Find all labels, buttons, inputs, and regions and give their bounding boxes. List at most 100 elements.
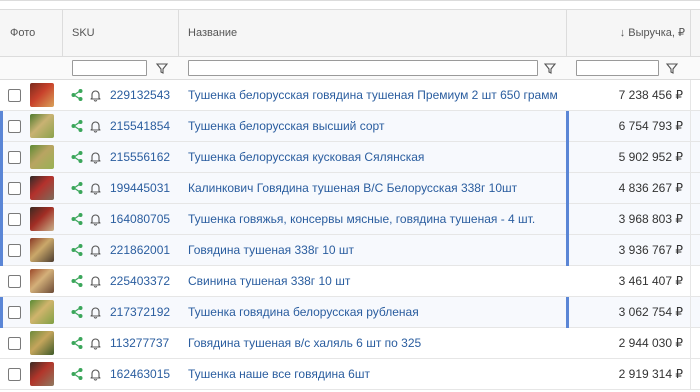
product-name-link[interactable]: Свинина тушеная 338г 10 шт bbox=[188, 266, 564, 297]
table-row[interactable]: 215541854 Тушенка белорусская высший сорт… bbox=[0, 111, 700, 142]
product-name-link[interactable]: Тушенка белорусская кусковая Сялянская bbox=[188, 142, 564, 173]
revenue-value: 7 238 456 ₽ bbox=[618, 88, 683, 102]
bell-icon[interactable] bbox=[89, 181, 102, 195]
sku-link[interactable]: 215541854 bbox=[110, 111, 170, 142]
column-header-photo[interactable]: Фото bbox=[10, 10, 35, 57]
row-checkbox[interactable] bbox=[8, 306, 21, 319]
filter-icon[interactable] bbox=[543, 60, 557, 76]
bell-icon[interactable] bbox=[89, 88, 102, 102]
name-filter-input[interactable] bbox=[188, 60, 538, 76]
revenue-value: 5 902 952 ₽ bbox=[618, 150, 683, 164]
bell-icon[interactable] bbox=[89, 305, 102, 319]
share-icon[interactable] bbox=[70, 212, 84, 226]
table-row[interactable]: 215556162 Тушенка белорусская кусковая Ся… bbox=[0, 142, 700, 173]
bell-icon[interactable] bbox=[89, 274, 102, 288]
row-highlight-marker bbox=[0, 204, 3, 235]
product-thumbnail[interactable] bbox=[30, 114, 54, 138]
table-row[interactable]: 113277737 Говядина тушеная в/с халяль 6 ш… bbox=[0, 328, 700, 359]
share-icon[interactable] bbox=[70, 274, 84, 288]
product-name-link[interactable]: Тушенка говяжья, консервы мясные, говяди… bbox=[188, 204, 564, 235]
row-checkbox[interactable] bbox=[8, 337, 21, 350]
bell-icon[interactable] bbox=[89, 150, 102, 164]
sku-link[interactable]: 162463015 bbox=[110, 359, 170, 390]
row-checkbox[interactable] bbox=[8, 182, 21, 195]
table-row[interactable]: 217372192 Тушенка говядина белорусская ру… bbox=[0, 297, 700, 328]
sku-link[interactable]: 217372192 bbox=[110, 297, 170, 328]
column-divider bbox=[690, 359, 691, 390]
filter-icon[interactable] bbox=[155, 60, 169, 76]
sku-filter-input[interactable] bbox=[72, 60, 147, 76]
share-icon[interactable] bbox=[70, 119, 84, 133]
column-divider bbox=[690, 266, 691, 297]
row-highlight-marker bbox=[0, 111, 3, 142]
row-checkbox[interactable] bbox=[8, 89, 21, 102]
table-row[interactable]: 225403372 Свинина тушеная 338г 10 шт 3 461… bbox=[0, 266, 700, 297]
revenue-value: 3 062 754 ₽ bbox=[618, 305, 683, 319]
table-row[interactable]: 221862001 Говядина тушеная 338г 10 шт 3 93… bbox=[0, 235, 700, 266]
row-checkbox[interactable] bbox=[8, 120, 21, 133]
product-thumbnail[interactable] bbox=[30, 362, 54, 386]
sku-link[interactable]: 113277737 bbox=[110, 328, 169, 359]
column-header-revenue[interactable]: ↓ Выручка, ₽ bbox=[600, 10, 685, 57]
table-header: Фото SKU Название ↓ Выручка, ₽ bbox=[0, 9, 700, 57]
product-name-link[interactable]: Тушенка наше все говядина 6шт bbox=[188, 359, 564, 390]
row-checkbox[interactable] bbox=[8, 275, 21, 288]
revenue-value: 6 754 793 ₽ bbox=[618, 119, 683, 133]
product-name-link[interactable]: Калинкович Говядина тушеная В/С Белорусс… bbox=[188, 173, 564, 204]
product-thumbnail[interactable] bbox=[30, 176, 54, 200]
share-icon[interactable] bbox=[70, 243, 84, 257]
revenue-value: 3 968 803 ₽ bbox=[618, 212, 683, 226]
sku-link[interactable]: 225403372 bbox=[110, 266, 170, 297]
table-row[interactable]: 164080705 Тушенка говяжья, консервы мясны… bbox=[0, 204, 700, 235]
product-thumbnail[interactable] bbox=[30, 83, 54, 107]
product-thumbnail[interactable] bbox=[30, 331, 54, 355]
revenue-value: 3 936 767 ₽ bbox=[618, 243, 683, 257]
row-highlight-marker bbox=[0, 173, 3, 204]
sku-link[interactable]: 199445031 bbox=[110, 173, 170, 204]
row-highlight-marker bbox=[0, 297, 3, 328]
product-thumbnail[interactable] bbox=[30, 238, 54, 262]
product-name-link[interactable]: Говядина тушеная в/с халяль 6 шт по 325 bbox=[188, 328, 564, 359]
product-thumbnail[interactable] bbox=[30, 207, 54, 231]
revenue-filter-input[interactable] bbox=[576, 60, 659, 76]
share-icon[interactable] bbox=[70, 336, 84, 350]
sku-link[interactable]: 164080705 bbox=[110, 204, 170, 235]
bell-icon[interactable] bbox=[89, 119, 102, 133]
column-header-name[interactable]: Название bbox=[188, 10, 237, 57]
bell-icon[interactable] bbox=[89, 212, 102, 226]
share-icon[interactable] bbox=[70, 88, 84, 102]
table-row[interactable]: 229132543 Тушенка белорусская говядина ту… bbox=[0, 80, 700, 111]
top-strip bbox=[0, 1, 700, 9]
row-checkbox[interactable] bbox=[8, 151, 21, 164]
product-thumbnail[interactable] bbox=[30, 269, 54, 293]
product-name-link[interactable]: Тушенка белорусская говядина тушеная Пре… bbox=[188, 80, 564, 111]
bell-icon[interactable] bbox=[89, 367, 102, 381]
bell-icon[interactable] bbox=[89, 336, 102, 350]
column-divider bbox=[690, 328, 691, 359]
share-icon[interactable] bbox=[70, 150, 84, 164]
share-icon[interactable] bbox=[70, 305, 84, 319]
product-thumbnail[interactable] bbox=[30, 300, 54, 324]
product-name-link[interactable]: Тушенка говядина белорусская рубленая bbox=[188, 297, 564, 328]
row-checkbox[interactable] bbox=[8, 368, 21, 381]
table-row[interactable]: 162463015 Тушенка наше все говядина 6шт 2 … bbox=[0, 359, 700, 390]
product-thumbnail[interactable] bbox=[30, 145, 54, 169]
revenue-value: 4 836 267 ₽ bbox=[618, 181, 683, 195]
column-divider bbox=[690, 173, 691, 204]
row-checkbox[interactable] bbox=[8, 213, 21, 226]
column-header-sku[interactable]: SKU bbox=[72, 10, 95, 57]
product-name-link[interactable]: Тушенка белорусская высший сорт bbox=[188, 111, 564, 142]
share-icon[interactable] bbox=[70, 367, 84, 381]
table-row[interactable]: 199445031 Калинкович Говядина тушеная В/С… bbox=[0, 173, 700, 204]
column-divider bbox=[690, 80, 691, 111]
column-divider bbox=[690, 235, 691, 266]
product-table: Фото SKU Название ↓ Выручка, ₽ 229132543… bbox=[0, 0, 700, 392]
filter-icon[interactable] bbox=[665, 60, 679, 76]
product-name-link[interactable]: Говядина тушеная 338г 10 шт bbox=[188, 235, 564, 266]
bell-icon[interactable] bbox=[89, 243, 102, 257]
sku-link[interactable]: 221862001 bbox=[110, 235, 170, 266]
sku-link[interactable]: 215556162 bbox=[110, 142, 170, 173]
row-checkbox[interactable] bbox=[8, 244, 21, 257]
sku-link[interactable]: 229132543 bbox=[110, 80, 170, 111]
share-icon[interactable] bbox=[70, 181, 84, 195]
